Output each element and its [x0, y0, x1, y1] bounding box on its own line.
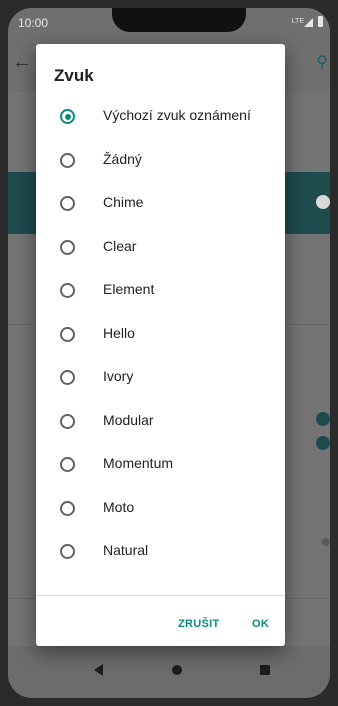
sound-option[interactable]: Clear	[36, 226, 285, 270]
back-icon[interactable]	[94, 664, 103, 676]
network-type: LTE	[291, 18, 304, 25]
radio-unchecked-icon[interactable]	[60, 152, 75, 168]
radio-unchecked-icon[interactable]	[60, 196, 75, 211]
sound-option-label: Výchozí zvuk oznámení	[103, 107, 251, 123]
radio-unchecked-icon[interactable]	[60, 283, 75, 298]
dialog-title: Zvuk	[54, 66, 94, 85]
status-time: 10:00	[18, 16, 49, 30]
dialog-divider	[36, 595, 285, 596]
sound-option-label: Moto	[103, 498, 135, 515]
background-toggle-icon	[322, 538, 330, 546]
radio-unchecked-icon[interactable]	[60, 370, 75, 385]
sound-options-list[interactable]: Výchozí zvuk oznámení Žádný Chime Clear Elem…	[36, 95, 285, 595]
radio-unchecked-icon[interactable]	[60, 544, 75, 559]
sound-option-label: Žádný	[103, 150, 142, 167]
recents-icon[interactable]	[260, 665, 270, 675]
battery-icon	[318, 16, 323, 27]
phone-frame: ← ⚲ 10:00 LTE Zvuk Výchozí zvuk oznámení…	[0, 0, 338, 706]
search-icon: ⚲	[316, 54, 328, 71]
sound-option-label: Momentum	[103, 455, 174, 471]
sound-option-label: Clear	[103, 237, 137, 254]
sound-option-label: Ivory	[103, 368, 134, 384]
sound-option-label: Natural	[103, 542, 149, 558]
sound-option[interactable]: Modular	[36, 400, 285, 444]
status-bar: 10:00 LTE	[8, 8, 330, 40]
sound-option[interactable]: Výchozí zvuk oznámení	[36, 95, 285, 139]
background-toggle-icon	[316, 412, 330, 426]
back-arrow-icon: ←	[12, 51, 32, 73]
sound-option[interactable]: Hello	[36, 313, 285, 357]
radio-unchecked-icon[interactable]	[60, 413, 75, 429]
radio-checked-icon[interactable]	[60, 109, 75, 124]
signal-icon	[304, 18, 313, 27]
sound-option[interactable]: Žádný	[36, 139, 285, 183]
sound-option-label: Element	[103, 281, 155, 297]
sound-picker-dialog: Zvuk Výchozí zvuk oznámení Žádný Chime Clea…	[36, 44, 285, 646]
radio-unchecked-icon[interactable]	[60, 239, 75, 255]
background-toggle-icon	[316, 436, 330, 450]
sound-option[interactable]: Ivory	[36, 356, 285, 400]
sound-option[interactable]: Natural	[36, 530, 285, 574]
sound-option-label: Hello	[103, 324, 135, 341]
sound-option-label: Modular	[103, 411, 154, 428]
radio-unchecked-icon[interactable]	[60, 457, 75, 472]
sound-option-label: Chime	[103, 194, 144, 210]
camera-notch	[112, 8, 246, 32]
ok-button[interactable]: OK	[252, 618, 269, 630]
sound-option[interactable]: Chime	[36, 182, 285, 226]
radio-unchecked-icon[interactable]	[60, 326, 75, 342]
navigation-bar	[8, 646, 330, 698]
sound-option[interactable]: Momentum	[36, 443, 285, 487]
background-toggle-icon	[316, 195, 330, 209]
home-icon[interactable]	[172, 665, 182, 675]
sound-option[interactable]: Element	[36, 269, 285, 313]
cancel-button[interactable]: ZRUŠIT	[178, 618, 220, 630]
sound-option[interactable]: Moto	[36, 487, 285, 531]
radio-unchecked-icon[interactable]	[60, 500, 75, 516]
